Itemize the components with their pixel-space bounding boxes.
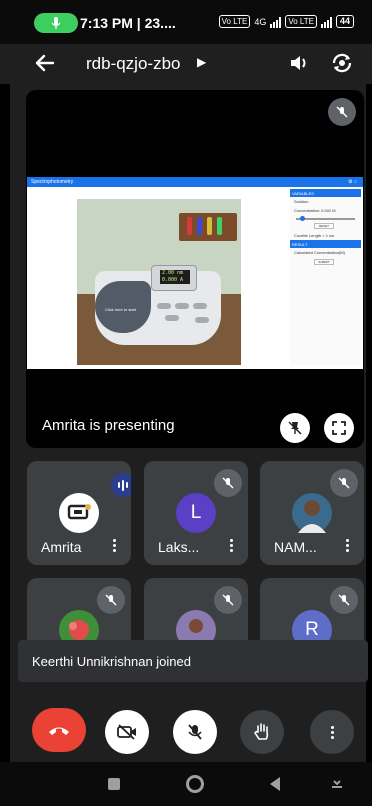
avatar xyxy=(59,493,99,533)
more-vert-icon[interactable] xyxy=(111,539,117,552)
presentation-tile[interactable]: Spectrophotometry ⚙ ○ 2.00 nm 0.000 A Cl… xyxy=(26,90,364,448)
switch-camera-icon[interactable] xyxy=(330,51,354,75)
test-tube-rack xyxy=(179,213,237,241)
ongoing-call-pill[interactable] xyxy=(34,13,78,33)
panel-item: Concentration: 0.002 M xyxy=(294,208,336,213)
mic-off-icon xyxy=(330,469,358,497)
more-vert-icon[interactable] xyxy=(344,539,350,552)
settings-icon: ⚙ ○ xyxy=(348,179,357,185)
unpin-icon[interactable] xyxy=(280,413,310,443)
participant-name: NAM... xyxy=(274,539,317,555)
instrument-display: 2.00 nm 0.000 A xyxy=(151,265,197,291)
status-time: 7:13 PM | 23.... xyxy=(80,15,176,31)
end-call-button[interactable] xyxy=(32,708,86,752)
microphone-icon xyxy=(51,17,61,29)
status-bar: 7:13 PM | 23.... Vo LTE 4G Vo LTE 44 xyxy=(0,0,372,44)
raise-hand-button[interactable] xyxy=(240,710,284,754)
participant-name: Laks... xyxy=(158,539,200,555)
instrument-button xyxy=(157,303,171,309)
back-triangle-icon[interactable] xyxy=(268,776,282,792)
fullscreen-icon[interactable] xyxy=(324,413,354,443)
instrument-button xyxy=(175,303,189,309)
variables-panel: VARIABLES Solution Concentration: 0.002 … xyxy=(290,189,361,365)
battery-icon: 44 xyxy=(335,15,354,28)
mic-off-icon xyxy=(188,724,202,740)
submit-button: SUBMIT xyxy=(314,259,334,265)
display-line-2: 0.000 A xyxy=(162,277,184,283)
display-line-1: 2.00 nm xyxy=(162,270,184,276)
result-header: RESULT xyxy=(290,240,361,248)
arrow-left-icon[interactable] xyxy=(34,52,56,74)
status-icons: Vo LTE 4G Vo LTE 44 xyxy=(218,15,354,28)
concentration-slider xyxy=(296,216,355,221)
mic-off-icon xyxy=(330,586,358,614)
instrument-button xyxy=(195,317,209,323)
raise-hand-icon xyxy=(254,723,269,740)
mic-off-icon xyxy=(214,469,242,497)
meeting-code[interactable]: rdb-qzjo-zbo xyxy=(86,54,181,74)
speaking-indicator-icon xyxy=(111,473,131,497)
test-tube xyxy=(197,217,202,235)
volume-icon[interactable] xyxy=(288,52,310,74)
home-icon[interactable] xyxy=(186,775,204,793)
instrument-button xyxy=(193,303,207,309)
instrument-button xyxy=(165,315,179,321)
shared-screen: Spectrophotometry ⚙ ○ 2.00 nm 0.000 A Cl… xyxy=(27,177,363,369)
camera-off-icon xyxy=(117,724,136,740)
participant-tile-nam[interactable]: NAM... xyxy=(260,461,364,565)
display-screen: 2.00 nm 0.000 A xyxy=(160,270,190,284)
end-call-icon xyxy=(49,727,69,735)
panel-item: Solution xyxy=(294,199,309,204)
recents-icon[interactable] xyxy=(108,778,120,790)
avatar: L xyxy=(176,493,216,533)
more-options-button[interactable] xyxy=(310,710,354,754)
volte-badge: Vo LTE xyxy=(218,15,251,28)
chevron-right-icon[interactable]: ▶ xyxy=(197,55,206,69)
more-vert-icon xyxy=(329,725,335,739)
more-vert-icon[interactable] xyxy=(228,539,234,552)
reset-button: RESET xyxy=(314,223,334,229)
avatar-photo xyxy=(292,493,332,533)
test-tube xyxy=(187,217,192,235)
presenting-label: Amrita is presenting xyxy=(42,417,175,434)
participant-tile-amrita[interactable]: Amrita xyxy=(27,461,131,565)
mic-off-icon xyxy=(97,586,125,614)
meeting-app-bar: rdb-qzjo-zbo ▶ xyxy=(0,44,372,84)
camera-toggle-button[interactable] xyxy=(105,710,149,754)
shared-app-header: Spectrophotometry ⚙ ○ xyxy=(27,177,363,187)
lab-simulation: 2.00 nm 0.000 A Click here to start xyxy=(77,199,241,365)
mic-off-icon xyxy=(328,98,356,126)
shared-app-title: Spectrophotometry xyxy=(31,179,74,185)
result-label: Calculated Concentration(M) xyxy=(294,250,345,255)
panel-header: VARIABLES xyxy=(290,189,361,197)
system-nav-bar xyxy=(0,762,372,806)
participant-tile-laks[interactable]: L Laks... xyxy=(144,461,248,565)
volte-badge-2: Vo LTE xyxy=(285,15,317,28)
mic-toggle-button[interactable] xyxy=(173,710,217,754)
signal-icon xyxy=(270,16,282,28)
signal-icon-2 xyxy=(320,16,332,28)
test-tube xyxy=(207,217,212,235)
spectrophotometer: 2.00 nm 0.000 A Click here to start xyxy=(95,265,221,345)
network-gen: 4G xyxy=(254,16,267,27)
test-tube xyxy=(217,217,222,235)
call-controls xyxy=(10,700,366,760)
mic-off-icon xyxy=(214,586,242,614)
screen-share-logo-icon xyxy=(67,504,91,520)
participant-name: Amrita xyxy=(41,539,82,555)
start-label: Click here to start xyxy=(105,307,137,312)
panel-item: Cuvette Length = 1 cm xyxy=(294,233,335,238)
join-notification: Keerthi Unnikrishnan joined xyxy=(18,640,368,682)
nav-expand-icon[interactable] xyxy=(330,778,344,792)
